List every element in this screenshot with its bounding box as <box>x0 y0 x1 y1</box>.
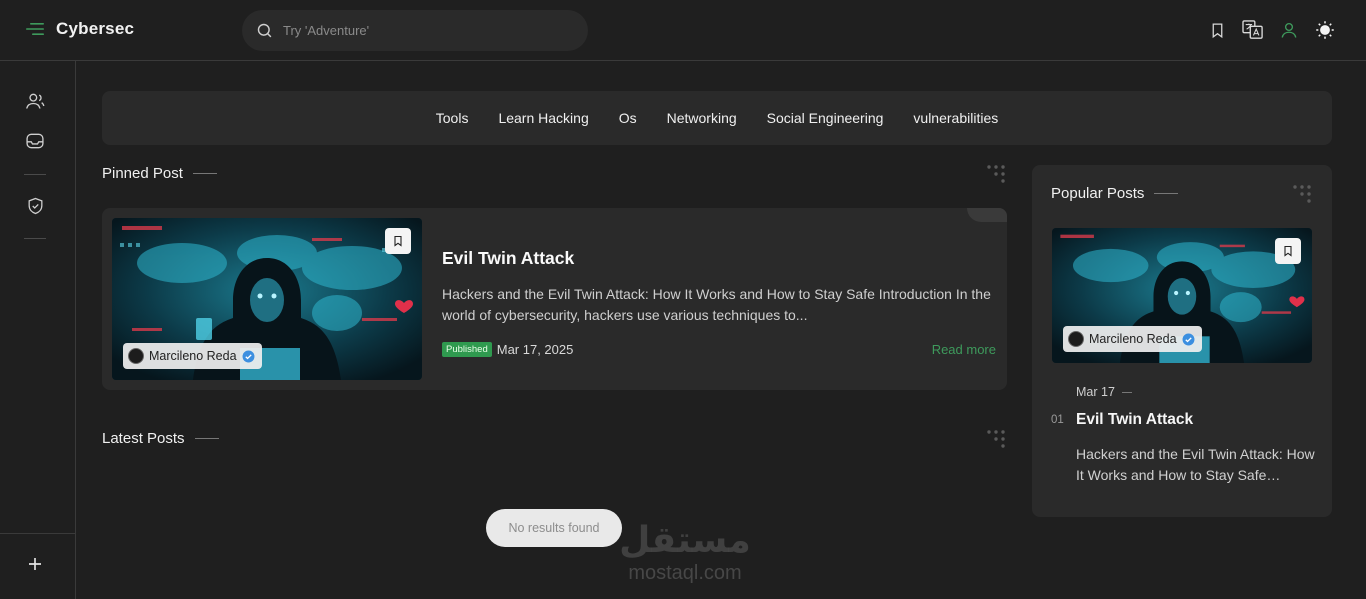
title-dash <box>192 173 217 174</box>
popular-bookmark-button[interactable] <box>1275 238 1301 264</box>
watermark-arabic: مستقل <box>619 520 751 561</box>
dots-grid-icon <box>987 430 1005 448</box>
sidebar-add-button[interactable] <box>24 553 46 575</box>
author-chip[interactable]: Marcileno Reda <box>1063 326 1202 352</box>
category-nav: Tools Learn Hacking Os Networking Social… <box>102 91 1332 145</box>
sidebar-item-users[interactable] <box>24 90 46 112</box>
left-sidebar <box>0 61 76 599</box>
date-text: Mar 17 <box>1076 385 1115 399</box>
pinned-title-text: Pinned Post <box>102 165 183 182</box>
card-corner-tab <box>967 208 1007 222</box>
theme-toggle[interactable] <box>1314 19 1336 41</box>
theme-sun-icon <box>1316 21 1334 39</box>
read-more-link[interactable]: Read more <box>932 342 996 357</box>
bookmark-icon <box>1284 245 1292 257</box>
verified-icon <box>242 350 255 362</box>
title-dash <box>1121 391 1132 393</box>
author-name: Marcileno Reda <box>149 349 237 363</box>
popular-section-title: Popular Posts <box>1051 185 1179 202</box>
sidebar-divider <box>24 238 46 239</box>
popular-posts-panel: Popular Posts Marcileno Reda Mar 17 01 E… <box>1032 165 1332 517</box>
watermark-latin: mostaql.com <box>628 562 742 584</box>
popular-rank: 01 <box>1051 414 1064 426</box>
pinned-post-excerpt: Hackers and the Evil Twin Attack: How It… <box>442 286 991 323</box>
author-name: Marcileno Reda <box>1089 332 1177 346</box>
top-header: Cybersec <box>0 0 1366 61</box>
plus-icon <box>29 558 41 570</box>
title-dash <box>1154 193 1179 194</box>
search-icon <box>257 23 272 38</box>
users-icon <box>26 93 45 109</box>
bookmark-icon <box>394 235 402 247</box>
sidebar-footer-divider <box>0 533 76 534</box>
category-os[interactable]: Os <box>619 110 637 126</box>
status-badge: Published <box>442 342 492 357</box>
translate-button[interactable] <box>1242 19 1264 41</box>
brand-title[interactable]: Cybersec <box>56 19 134 39</box>
avatar <box>1068 331 1084 347</box>
popular-post-excerpt: Hackers and the Evil Twin Attack: How It… <box>1076 446 1315 483</box>
category-learn-hacking[interactable]: Learn Hacking <box>498 110 588 126</box>
translate-icon <box>1242 20 1263 39</box>
mostaql-watermark: مستقل mostaql.com <box>605 520 765 590</box>
inbox-icon <box>26 133 44 149</box>
search-bar[interactable] <box>242 10 588 51</box>
pinned-post-title[interactable]: Evil Twin Attack <box>442 248 574 269</box>
latest-section-title: Latest Posts <box>102 430 219 447</box>
dots-grid-icon <box>1293 185 1311 203</box>
category-networking[interactable]: Networking <box>667 110 737 126</box>
pinned-post-card[interactable]: Marcileno Reda Evil Twin Attack Hackers … <box>102 208 1007 390</box>
category-social-engineering[interactable]: Social Engineering <box>767 110 884 126</box>
bookmark-button[interactable] <box>1206 19 1228 41</box>
user-icon <box>1281 22 1297 38</box>
sidebar-item-inbox[interactable] <box>24 130 46 152</box>
post-date: Mar 17, 2025 <box>496 342 574 357</box>
pinned-section-title: Pinned Post <box>102 165 217 182</box>
category-vulnerabilities[interactable]: vulnerabilities <box>913 110 998 126</box>
dots-grid-icon <box>987 165 1005 183</box>
post-meta: Published Mar 17, 2025 <box>442 342 573 357</box>
author-chip[interactable]: Marcileno Reda <box>123 343 262 369</box>
popular-post-title[interactable]: Evil Twin Attack <box>1076 411 1193 429</box>
category-tools[interactable]: Tools <box>436 110 469 126</box>
account-button[interactable] <box>1278 19 1300 41</box>
avatar <box>128 348 144 364</box>
search-input[interactable] <box>283 23 563 38</box>
header-actions <box>1206 19 1336 41</box>
no-results-message: No results found <box>486 509 622 547</box>
popular-title-text: Popular Posts <box>1051 185 1145 202</box>
shield-icon <box>28 197 42 215</box>
latest-title-text: Latest Posts <box>102 430 185 447</box>
title-dash <box>194 438 219 439</box>
popular-post-date: Mar 17 <box>1076 385 1132 399</box>
sidebar-item-security[interactable] <box>24 195 46 217</box>
pinned-bookmark-button[interactable] <box>385 228 411 254</box>
verified-icon <box>1182 333 1195 345</box>
sidebar-divider <box>24 174 46 175</box>
bookmark-icon <box>1212 22 1222 38</box>
brand: Cybersec <box>26 19 134 39</box>
menu-icon[interactable] <box>26 22 44 36</box>
